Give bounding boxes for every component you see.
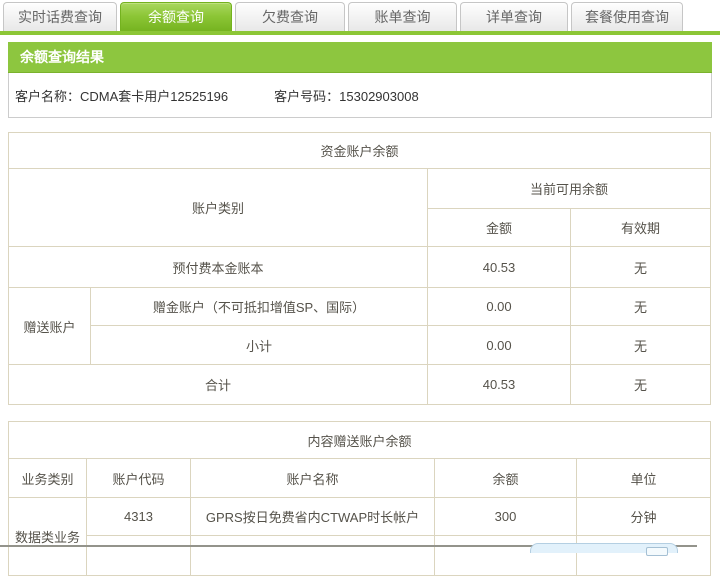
tab-label: 套餐使用查询 xyxy=(585,9,669,25)
tab-arrears-query[interactable]: 欠费查询 xyxy=(235,2,345,32)
fund-row-validity: 无 xyxy=(571,288,711,326)
table-row xyxy=(9,536,711,576)
customer-name-label: 客户名称： xyxy=(15,89,80,104)
tab-label: 账单查询 xyxy=(375,9,431,25)
content-col-account-name: 账户名称 xyxy=(191,459,435,498)
popup-toolbar[interactable] xyxy=(530,543,678,553)
table-row: 合计 40.53 无 xyxy=(9,365,711,405)
fund-table-title: 资金账户余额 xyxy=(9,133,711,169)
fund-row-validity: 无 xyxy=(571,247,711,288)
fund-row-category: 赠送账户 xyxy=(9,288,91,365)
table-row: 赠送账户 赠金账户（不可抵扣增值SP、国际） 0.00 无 xyxy=(9,288,711,326)
content-row-balance xyxy=(435,536,577,576)
fund-row-validity: 无 xyxy=(571,365,711,405)
content-row-account-code xyxy=(87,536,191,576)
tab-realtime-fee-query[interactable]: 实时话费查询 xyxy=(3,2,117,32)
tab-label: 余额查询 xyxy=(148,9,204,25)
popup-toolbar-button[interactable] xyxy=(646,547,668,556)
content-row-account-name xyxy=(191,536,435,576)
result-header: 余额查询结果 xyxy=(8,42,712,73)
content-row-balance: 300 xyxy=(435,498,577,536)
fund-col-account-type: 账户类别 xyxy=(9,169,428,247)
fund-col-validity: 有效期 xyxy=(571,209,711,247)
content-table-title: 内容赠送账户余额 xyxy=(9,422,711,459)
fund-row-validity: 无 xyxy=(571,326,711,365)
query-tabbar: 实时话费查询 余额查询 欠费查询 账单查询 详单查询 套餐使用查询 xyxy=(3,2,683,32)
customer-info-box: 客户名称：CDMA套卡用户12525196 客户号码：15302903008 xyxy=(8,73,712,118)
fund-col-amount: 金额 xyxy=(428,209,571,247)
customer-name: 客户名称：CDMA套卡用户12525196 xyxy=(15,86,228,105)
fund-row-amount: 40.53 xyxy=(428,365,571,405)
fund-row-amount: 0.00 xyxy=(428,326,571,365)
fund-row-name: 预付费本金账本 xyxy=(9,247,428,288)
tab-label: 实时话费查询 xyxy=(18,9,102,25)
fund-row-amount: 0.00 xyxy=(428,288,571,326)
tab-label: 欠费查询 xyxy=(262,9,318,25)
content-row-account-code: 4313 xyxy=(87,498,191,536)
customer-number-label: 客户号码： xyxy=(274,89,339,104)
customer-number: 客户号码：15302903008 xyxy=(274,86,419,105)
fund-row-name: 合计 xyxy=(9,365,428,405)
tab-package-usage-query[interactable]: 套餐使用查询 xyxy=(571,2,683,32)
fund-row-amount: 40.53 xyxy=(428,247,571,288)
table-row: 预付费本金账本 40.53 无 xyxy=(9,247,711,288)
content-row-unit xyxy=(577,536,711,576)
table-row: 数据类业务 4313 GPRS按日免费省内CTWAP时长帐户 300 分钟 xyxy=(9,498,711,536)
tab-label: 详单查询 xyxy=(486,9,542,25)
table-row: 小计 0.00 无 xyxy=(9,326,711,365)
tab-bill-query[interactable]: 账单查询 xyxy=(348,2,457,32)
customer-name-value: CDMA套卡用户12525196 xyxy=(80,89,228,104)
fund-account-balance-table: 资金账户余额 账户类别 当前可用余额 金额 有效期 预付费本金账本 40.53 … xyxy=(8,132,711,405)
content-col-balance: 余额 xyxy=(435,459,577,498)
tab-balance-query[interactable]: 余额查询 xyxy=(120,2,232,32)
content-row-account-name: GPRS按日免费省内CTWAP时长帐户 xyxy=(191,498,435,536)
fund-row-name: 小计 xyxy=(91,326,428,365)
tabbar-accent-underline xyxy=(0,31,720,35)
content-col-account-code: 账户代码 xyxy=(87,459,191,498)
content-col-unit: 单位 xyxy=(577,459,711,498)
customer-number-value: 15302903008 xyxy=(339,89,419,104)
fund-col-available: 当前可用余额 xyxy=(428,169,711,209)
content-col-business-type: 业务类别 xyxy=(9,459,87,498)
tab-detail-query[interactable]: 详单查询 xyxy=(460,2,568,32)
fund-row-name: 赠金账户（不可抵扣增值SP、国际） xyxy=(91,288,428,326)
content-row-business-type: 数据类业务 xyxy=(9,498,87,576)
content-row-unit: 分钟 xyxy=(577,498,711,536)
